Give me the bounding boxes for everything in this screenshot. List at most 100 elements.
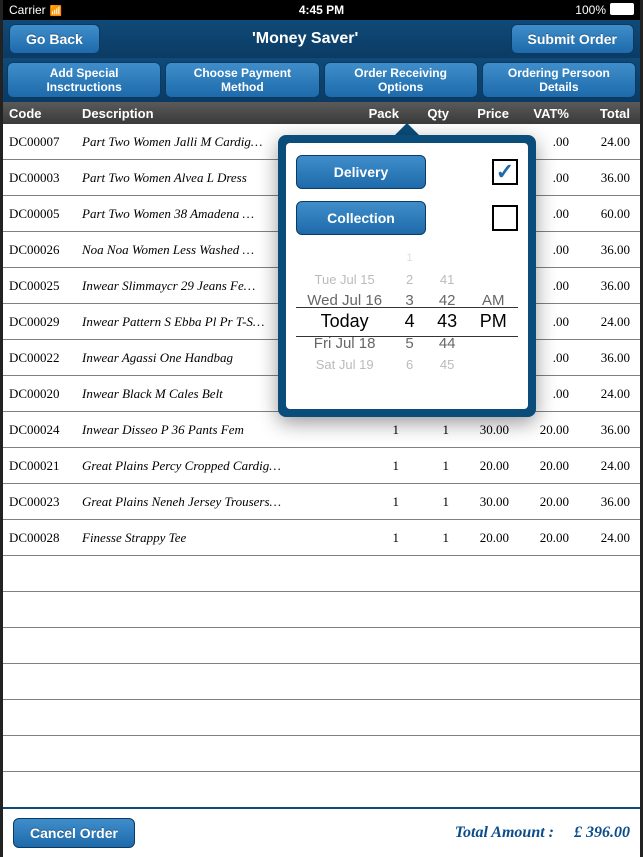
- picker-item[interactable]: 5: [405, 333, 413, 354]
- cell-total: 24.00: [575, 530, 640, 546]
- picker-minute-column[interactable]: 4142434445: [437, 247, 457, 397]
- total-amount-label: Total Amount :: [455, 824, 554, 842]
- collection-button[interactable]: Collection: [296, 201, 426, 235]
- cell-description: Finesse Strappy Tee: [78, 530, 355, 546]
- table-row[interactable]: DC00023Great Plains Neneh Jersey Trouser…: [3, 484, 640, 520]
- empty-row: [3, 736, 640, 772]
- cancel-order-button[interactable]: Cancel Order: [13, 818, 135, 848]
- wifi-icon: [50, 3, 62, 17]
- cell-code: DC00029: [3, 314, 78, 330]
- cell-vat: 20.00: [515, 494, 575, 510]
- cell-code: DC00026: [3, 242, 78, 258]
- cell-description: Great Plains Neneh Jersey Trousers…: [78, 494, 355, 510]
- picker-ampm-column[interactable]: AMPM: [480, 247, 507, 397]
- total-amount-value: £ 396.00: [574, 824, 630, 842]
- picker-date-column[interactable]: Tue Jul 15Wed Jul 16TodayFri Jul 18Sat J…: [307, 247, 382, 397]
- picker-item[interactable]: 4: [405, 311, 415, 332]
- go-back-button[interactable]: Go Back: [9, 24, 100, 54]
- cell-code: DC00022: [3, 350, 78, 366]
- order-receiving-button[interactable]: Order Receiving Options: [324, 62, 478, 98]
- ordering-person-button[interactable]: Ordering Persoon Details: [482, 62, 636, 98]
- submit-order-button[interactable]: Submit Order: [511, 24, 634, 54]
- add-instructions-button[interactable]: Add Special Insctructions: [7, 62, 161, 98]
- cell-total: 24.00: [575, 458, 640, 474]
- picker-item[interactable]: 43: [437, 311, 457, 332]
- header-vat: VAT%: [515, 106, 575, 121]
- collection-checkbox[interactable]: [492, 205, 518, 231]
- picker-item[interactable]: Wed Jul 16: [307, 290, 382, 311]
- empty-row: [3, 556, 640, 592]
- cell-total: 24.00: [575, 134, 640, 150]
- choose-payment-button[interactable]: Choose Payment Method: [165, 62, 319, 98]
- cell-vat: 20.00: [515, 530, 575, 546]
- cell-description: Great Plains Percy Cropped Cardig…: [78, 458, 355, 474]
- delivery-button[interactable]: Delivery: [296, 155, 426, 189]
- cell-vat: 20.00: [515, 458, 575, 474]
- cell-code: DC00021: [3, 458, 78, 474]
- cell-code: DC00003: [3, 170, 78, 186]
- header-total: Total: [575, 106, 640, 121]
- cell-total: 24.00: [575, 314, 640, 330]
- receiving-options-popover: Delivery Collection Tue Jul 15Wed Jul 16…: [278, 123, 536, 417]
- page-title: 'Money Saver': [252, 30, 358, 48]
- cell-total: 36.00: [575, 350, 640, 366]
- cell-vat: 20.00: [515, 422, 575, 438]
- picker-item[interactable]: AM: [482, 290, 505, 311]
- cell-qty: 1: [405, 494, 455, 510]
- cell-qty: 1: [405, 422, 455, 438]
- picker-item[interactable]: Today: [321, 311, 369, 332]
- cell-description: Inwear Disseo P 36 Pants Fem: [78, 422, 355, 438]
- table-header: Code Description Pack Qty Price VAT% Tot…: [3, 102, 640, 124]
- sub-bar: Add Special Insctructions Choose Payment…: [3, 58, 640, 102]
- table-row[interactable]: DC00024Inwear Disseo P 36 Pants Fem1130.…: [3, 412, 640, 448]
- cell-total: 36.00: [575, 494, 640, 510]
- datetime-picker[interactable]: Tue Jul 15Wed Jul 16TodayFri Jul 18Sat J…: [296, 247, 518, 397]
- cell-code: DC00023: [3, 494, 78, 510]
- cell-total: 36.00: [575, 242, 640, 258]
- cell-pack: 1: [355, 458, 405, 474]
- picker-item[interactable]: 3: [405, 290, 413, 311]
- battery-label: 100%: [575, 3, 606, 17]
- empty-row: [3, 700, 640, 736]
- cell-code: DC00025: [3, 278, 78, 294]
- table-row[interactable]: DC00028Finesse Strappy Tee1120.0020.0024…: [3, 520, 640, 556]
- cell-code: DC00024: [3, 422, 78, 438]
- picker-item[interactable]: 45: [440, 354, 454, 375]
- cell-total: 36.00: [575, 278, 640, 294]
- header-pack: Pack: [355, 106, 405, 121]
- footer: Cancel Order Total Amount : £ 396.00: [3, 807, 640, 857]
- picker-item[interactable]: PM: [480, 311, 507, 332]
- cell-qty: 1: [405, 458, 455, 474]
- cell-code: DC00028: [3, 530, 78, 546]
- cell-qty: 1: [405, 530, 455, 546]
- header-price: Price: [455, 106, 515, 121]
- empty-row: [3, 664, 640, 700]
- cell-total: 36.00: [575, 170, 640, 186]
- picker-item[interactable]: 6: [406, 354, 413, 375]
- header-code: Code: [3, 106, 78, 121]
- table-row[interactable]: DC00021Great Plains Percy Cropped Cardig…: [3, 448, 640, 484]
- cell-price: 30.00: [455, 422, 515, 438]
- cell-pack: 1: [355, 494, 405, 510]
- cell-price: 20.00: [455, 530, 515, 546]
- picker-item[interactable]: 1: [407, 247, 413, 268]
- cell-code: DC00005: [3, 206, 78, 222]
- cell-total: 36.00: [575, 422, 640, 438]
- picker-item[interactable]: 44: [439, 333, 456, 354]
- picker-item[interactable]: 2: [406, 268, 413, 289]
- cell-code: DC00020: [3, 386, 78, 402]
- cell-code: DC00007: [3, 134, 78, 150]
- picker-item[interactable]: Sat Jul 19: [316, 354, 374, 375]
- delivery-checkbox[interactable]: [492, 159, 518, 185]
- picker-item[interactable]: 42: [439, 290, 456, 311]
- cell-pack: 1: [355, 422, 405, 438]
- picker-item[interactable]: Fri Jul 18: [314, 333, 376, 354]
- picker-hour-column[interactable]: 123456: [405, 247, 415, 397]
- cell-pack: 1: [355, 530, 405, 546]
- header-description: Description: [78, 106, 355, 121]
- status-bar: Carrier 4:45 PM 100%: [3, 0, 640, 20]
- picker-item[interactable]: Tue Jul 15: [315, 268, 375, 289]
- header-qty: Qty: [405, 106, 455, 121]
- picker-item[interactable]: 41: [440, 268, 454, 289]
- cell-total: 24.00: [575, 386, 640, 402]
